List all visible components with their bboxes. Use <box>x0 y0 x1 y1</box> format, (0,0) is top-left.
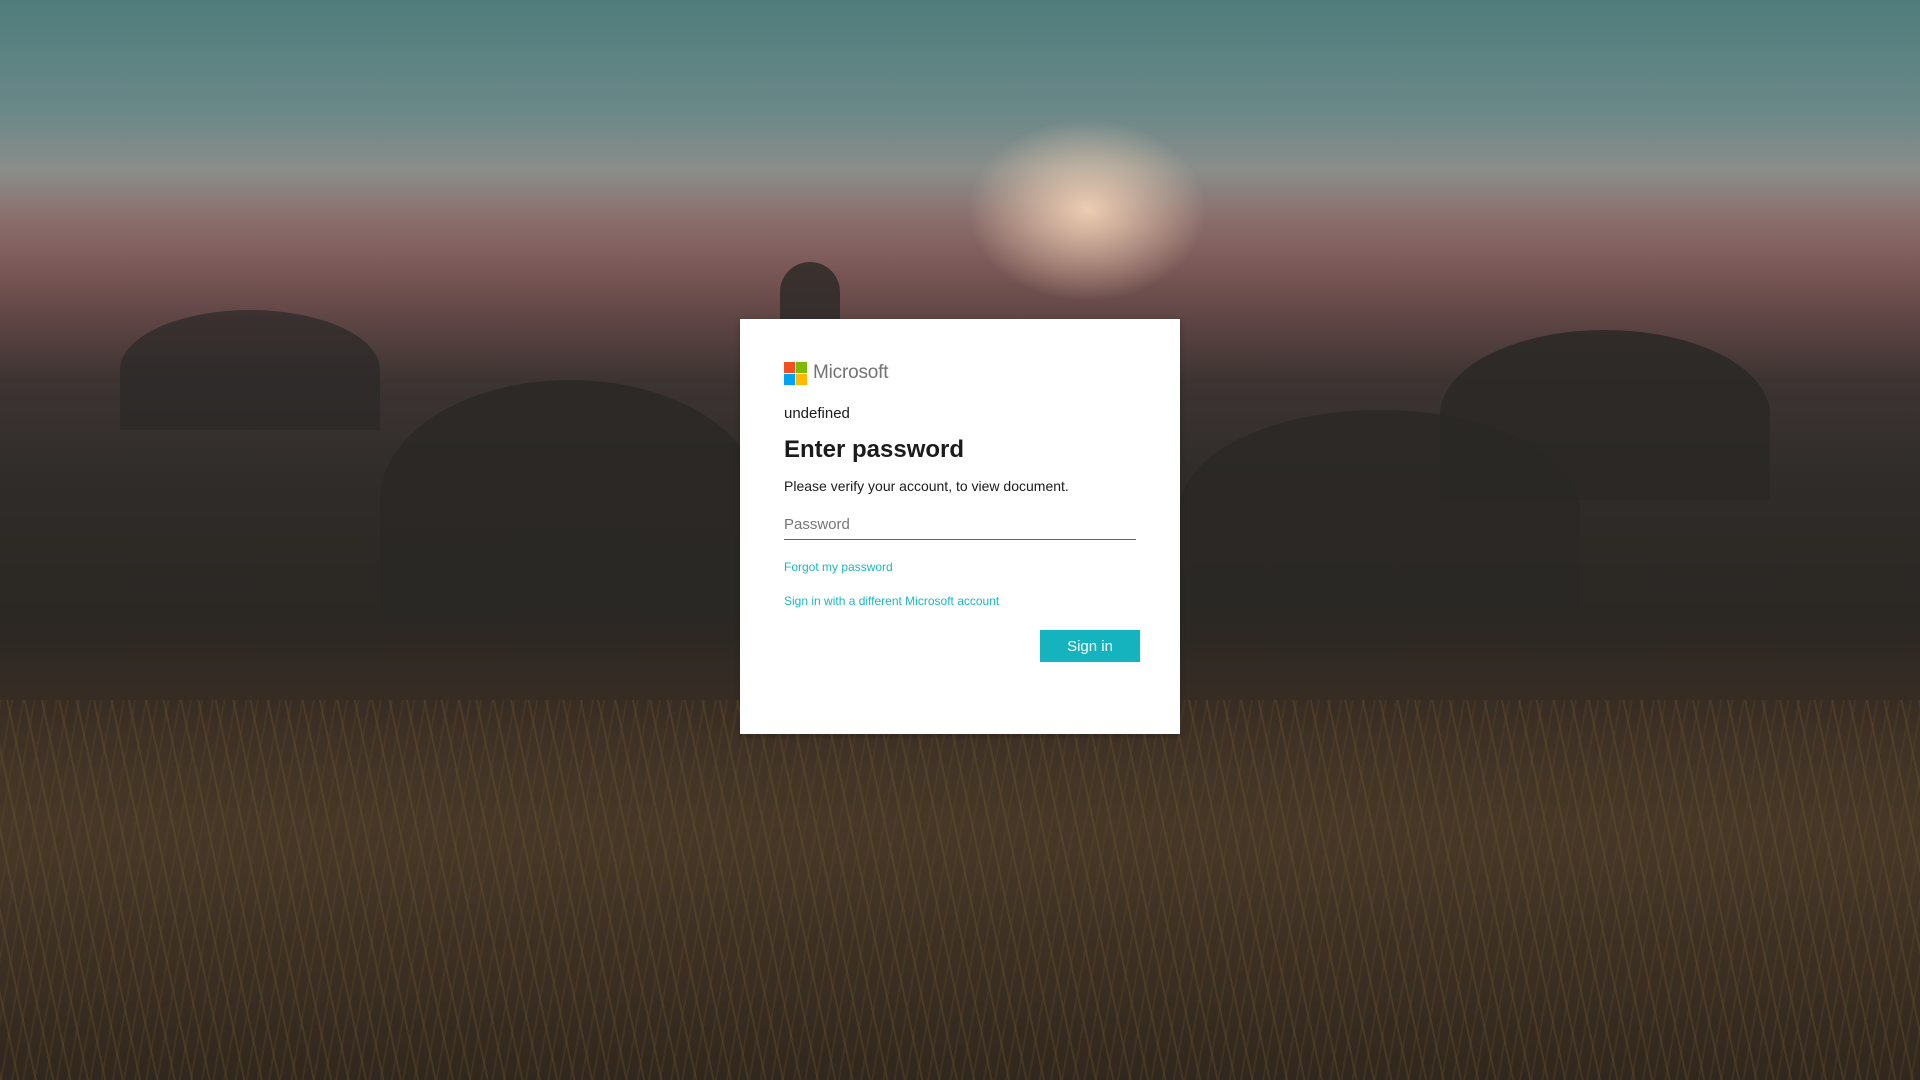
button-row: Sign in <box>784 630 1140 662</box>
mountain-silhouette <box>120 310 380 430</box>
description-text: Please verify your account, to view docu… <box>784 478 1069 494</box>
signin-card: Microsoft undefined Enter password Pleas… <box>740 319 1180 734</box>
brand-name: Microsoft <box>813 362 889 383</box>
logo-blue-square <box>784 373 795 385</box>
different-account-link[interactable]: Sign in with a different Microsoft accou… <box>784 594 1136 608</box>
logo-green-square <box>796 361 807 373</box>
brand-header: Microsoft <box>784 361 1136 385</box>
microsoft-logo-icon <box>784 361 807 385</box>
password-input[interactable] <box>784 510 1136 540</box>
account-identity: undefined <box>784 405 850 422</box>
logo-red-square <box>784 361 795 373</box>
mountain-silhouette <box>1180 410 1580 610</box>
mountain-silhouette <box>780 262 840 322</box>
mountain-silhouette <box>380 380 760 620</box>
page-title: Enter password <box>784 436 965 463</box>
sign-in-button[interactable]: Sign in <box>1040 630 1140 662</box>
grass-foreground <box>0 700 1920 1080</box>
logo-yellow-square <box>796 373 807 385</box>
forgot-password-link[interactable]: Forgot my password <box>784 560 1136 574</box>
